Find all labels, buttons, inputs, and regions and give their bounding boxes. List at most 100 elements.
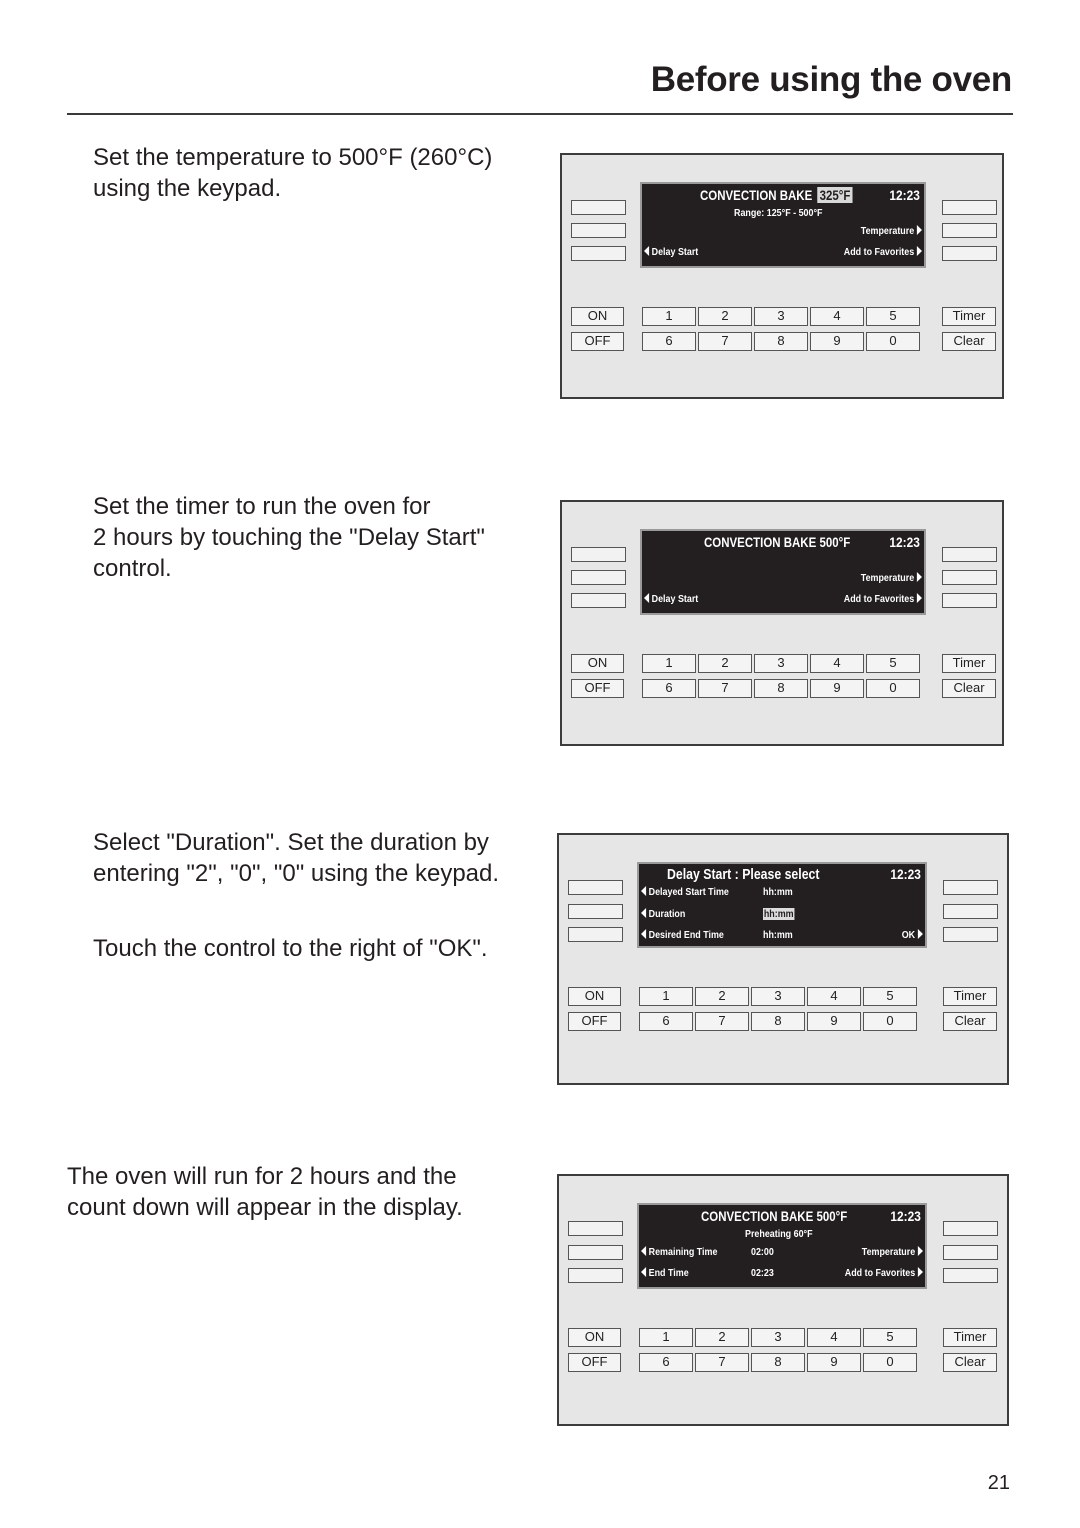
left-softkey-2[interactable] [571,223,626,238]
temperature-option[interactable]: Temperature [861,572,922,584]
left-softkey-3[interactable] [568,927,623,942]
keypad-digit-button[interactable]: 4 [810,307,864,326]
keypad-digit-button[interactable]: 2 [695,987,749,1006]
keypad-digit-button[interactable]: 3 [751,1328,805,1347]
keypad-digit-button[interactable]: 9 [810,332,864,351]
delay-option-row[interactable]: Desired End Time [641,929,724,941]
keypad-digit-button[interactable]: 7 [695,1012,749,1031]
right-softkey-3[interactable] [943,927,998,942]
end-time-option[interactable]: End Time [641,1267,689,1279]
keypad-digit-button[interactable]: 7 [698,332,752,351]
clear-button[interactable]: Clear [943,1012,997,1031]
keypad-digit-button[interactable]: 2 [698,307,752,326]
delay-start-option[interactable]: Delay Start [644,246,698,258]
right-softkey-1[interactable] [943,880,998,895]
keypad-digit-button[interactable]: 3 [754,654,808,673]
keypad-digit-button[interactable]: 0 [866,679,920,698]
right-softkey-3[interactable] [942,246,997,261]
off-button[interactable]: OFF [571,679,624,698]
keypad-digit-button[interactable]: 6 [642,332,696,351]
left-softkey-1[interactable] [568,1221,623,1236]
arrow-left-icon [641,1267,647,1277]
temperature-value: 325°F [817,187,853,203]
display-mode: CONVECTION BAKE [700,187,813,203]
right-softkey-3[interactable] [942,593,997,608]
left-softkey-2[interactable] [571,570,626,585]
temperature-option[interactable]: Temperature [862,1246,923,1258]
keypad-digit-button[interactable]: 8 [751,1353,805,1372]
keypad-digit-button[interactable]: 2 [698,654,752,673]
on-button[interactable]: ON [568,987,621,1006]
left-softkey-3[interactable] [571,246,626,261]
keypad-digit-button[interactable]: 9 [807,1012,861,1031]
keypad-digit-button[interactable]: 3 [751,987,805,1006]
left-softkey-2[interactable] [568,904,623,919]
ok-option[interactable]: OK [902,929,923,941]
right-softkey-1[interactable] [942,547,997,562]
add-to-favorites-option[interactable]: Add to Favorites [844,593,922,605]
off-button[interactable]: OFF [568,1012,621,1031]
clear-button[interactable]: Clear [942,679,996,698]
timer-button[interactable]: Timer [943,987,997,1006]
left-softkey-2[interactable] [568,1245,623,1260]
oven-display: CONVECTION BAKE 500°F 12:23 Delay Start Tem… [640,529,926,615]
timer-button[interactable]: Timer [942,654,996,673]
left-softkey-3[interactable] [571,593,626,608]
left-softkey-1[interactable] [568,880,623,895]
clear-button[interactable]: Clear [943,1353,997,1372]
keypad-digit-button[interactable]: 5 [863,987,917,1006]
keypad-digit-button[interactable]: 3 [754,307,808,326]
keypad-digit-button[interactable]: 4 [807,1328,861,1347]
timer-button[interactable]: Timer [943,1328,997,1347]
keypad-digit-button[interactable]: 1 [639,1328,693,1347]
keypad-digit-button[interactable]: 9 [807,1353,861,1372]
keypad-digit-button[interactable]: 6 [642,679,696,698]
arrow-right-icon [917,929,923,939]
keypad-digit-button[interactable]: 6 [639,1353,693,1372]
clear-button[interactable]: Clear [942,332,996,351]
keypad-digit-button[interactable]: 4 [807,987,861,1006]
keypad-digit-button[interactable]: 8 [751,1012,805,1031]
keypad-digit-button[interactable]: 0 [863,1353,917,1372]
keypad-digit-button[interactable]: 5 [866,654,920,673]
right-softkey-2[interactable] [942,570,997,585]
keypad-digit-button[interactable]: 4 [810,654,864,673]
keypad-digit-button[interactable]: 8 [754,679,808,698]
temperature-option[interactable]: Temperature [861,225,922,237]
keypad-digit-button[interactable]: 2 [695,1328,749,1347]
keypad-digit-button[interactable]: 7 [695,1353,749,1372]
display-clock: 12:23 [889,187,920,203]
off-button[interactable]: OFF [571,332,624,351]
left-softkey-1[interactable] [571,547,626,562]
right-softkey-3[interactable] [943,1268,998,1283]
delay-start-option[interactable]: Delay Start [644,593,698,605]
right-softkey-2[interactable] [943,1245,998,1260]
on-button[interactable]: ON [571,307,624,326]
left-softkey-3[interactable] [568,1268,623,1283]
keypad-digit-button[interactable]: 8 [754,332,808,351]
delay-option-row[interactable]: Duration [641,908,685,920]
right-softkey-1[interactable] [942,200,997,215]
keypad-digit-button[interactable]: 7 [698,679,752,698]
on-button[interactable]: ON [568,1328,621,1347]
keypad-digit-button[interactable]: 5 [863,1328,917,1347]
timer-button[interactable]: Timer [942,307,996,326]
off-button[interactable]: OFF [568,1353,621,1372]
left-softkey-1[interactable] [571,200,626,215]
keypad-digit-button[interactable]: 5 [866,307,920,326]
keypad-digit-button[interactable]: 1 [642,307,696,326]
on-button[interactable]: ON [571,654,624,673]
keypad-digit-button[interactable]: 9 [810,679,864,698]
right-softkey-1[interactable] [943,1221,998,1236]
keypad-digit-button[interactable]: 0 [863,1012,917,1031]
add-to-favorites-option[interactable]: Add to Favorites [845,1267,923,1279]
delay-option-row[interactable]: Delayed Start Time [641,886,729,898]
right-softkey-2[interactable] [942,223,997,238]
remaining-time-option[interactable]: Remaining Time [641,1246,717,1258]
keypad-digit-button[interactable]: 1 [642,654,696,673]
right-softkey-2[interactable] [943,904,998,919]
keypad-digit-button[interactable]: 0 [866,332,920,351]
keypad-digit-button[interactable]: 6 [639,1012,693,1031]
keypad-digit-button[interactable]: 1 [639,987,693,1006]
add-to-favorites-option[interactable]: Add to Favorites [844,246,922,258]
